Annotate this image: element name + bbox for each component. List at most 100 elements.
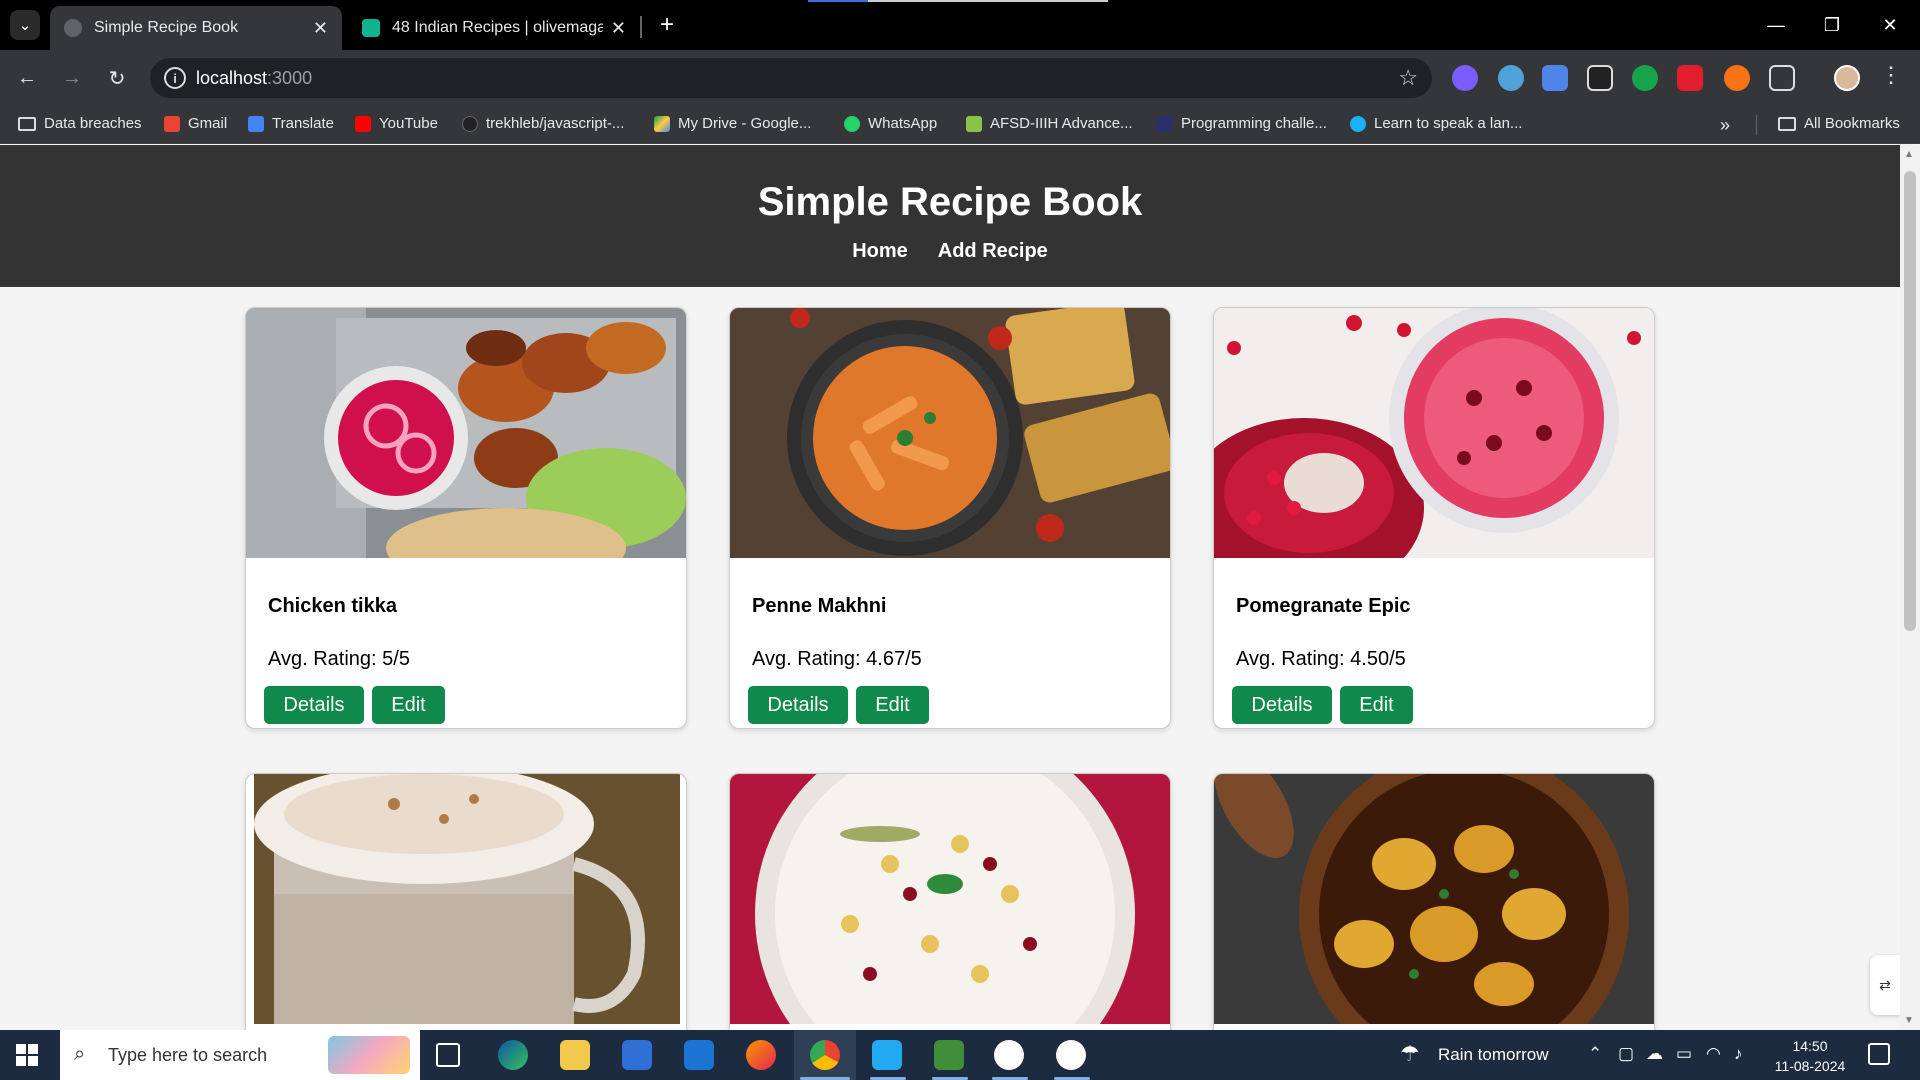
tab-search-button[interactable]: ⌄: [10, 10, 40, 40]
nav-add-recipe-link[interactable]: Add Recipe: [938, 240, 1048, 263]
extension-droplet-icon[interactable]: [1452, 65, 1478, 91]
dahi-chaat-photo: [730, 774, 1170, 1024]
whatsapp-icon: [844, 115, 860, 132]
recipe-image-5[interactable]: [730, 774, 1170, 1024]
bookmark-duolingo[interactable]: Learn to speak a lan...: [1350, 115, 1522, 132]
bookmark-star-icon[interactable]: ☆: [1398, 65, 1418, 91]
edge-icon[interactable]: [498, 1040, 528, 1070]
bookmark-data-breaches[interactable]: Data breaches: [18, 115, 142, 132]
bookmark-programming-challenges[interactable]: Programming challe...: [1157, 115, 1327, 132]
bookmark-translate[interactable]: Translate: [248, 115, 334, 132]
close-window-button[interactable]: ✕: [1870, 10, 1910, 40]
bookmark-gmail[interactable]: Gmail: [164, 115, 227, 132]
bookmark-youtube[interactable]: YouTube: [355, 115, 438, 132]
details-button[interactable]: Details: [1232, 686, 1332, 724]
extension-clock-icon[interactable]: [1498, 65, 1524, 91]
back-button[interactable]: ←: [12, 63, 42, 93]
folder-icon: [1778, 116, 1796, 131]
panda-app-icon-2[interactable]: [1056, 1040, 1086, 1070]
edit-button[interactable]: Edit: [372, 686, 445, 724]
extension-green-icon[interactable]: [1632, 65, 1658, 91]
recipe-image-pomegranate-epic[interactable]: [1214, 308, 1654, 558]
device-icon[interactable]: ▢: [1618, 1044, 1634, 1064]
scroll-down-arrow[interactable]: ▼: [1904, 1015, 1914, 1026]
scroll-thumb[interactable]: [1904, 171, 1916, 631]
scroll-up-arrow[interactable]: ▲: [1904, 149, 1914, 160]
address-bar[interactable]: i localhost:3000 ☆: [150, 58, 1432, 98]
profile-avatar[interactable]: [1834, 65, 1860, 91]
site-nav: Home Add Recipe: [0, 240, 1900, 263]
forward-button[interactable]: →: [57, 63, 87, 93]
tab-simple-recipe-book[interactable]: Simple Recipe Book ✕: [50, 6, 342, 50]
recipe-card-5: [729, 773, 1171, 1030]
weather-text[interactable]: Rain tomorrow: [1438, 1045, 1549, 1065]
recipe-image-penne-makhni[interactable]: [730, 308, 1170, 558]
chrome-icon[interactable]: [810, 1040, 840, 1070]
gmail-icon: [164, 115, 180, 132]
taskbar-search[interactable]: ⌕ Type here to search: [60, 1030, 420, 1080]
close-icon[interactable]: ✕: [611, 18, 626, 39]
bookmark-github[interactable]: trekhleb/javascript-...: [462, 115, 624, 132]
weather-rain-icon[interactable]: ☂: [1400, 1041, 1420, 1067]
recipe-image-4[interactable]: [246, 774, 686, 1024]
bookmark-google-drive[interactable]: My Drive - Google...: [654, 115, 811, 132]
folder-icon: [18, 116, 36, 131]
edit-button[interactable]: Edit: [856, 686, 929, 724]
recipe-image-6[interactable]: [1214, 774, 1654, 1024]
details-button[interactable]: Details: [264, 686, 364, 724]
page-scrollbar[interactable]: ▲ ▼: [1900, 145, 1920, 1030]
battery-icon[interactable]: ▭: [1676, 1044, 1692, 1064]
challenge-icon: [1157, 115, 1173, 132]
bookmark-whatsapp[interactable]: WhatsApp: [844, 115, 937, 132]
url-text[interactable]: localhost:3000: [196, 68, 312, 89]
recipe-name: Chicken tikka: [268, 595, 397, 617]
site-info-icon[interactable]: i: [164, 67, 186, 89]
volume-icon[interactable]: ♪: [1734, 1044, 1743, 1064]
recipe-image-chicken-tikka[interactable]: [246, 308, 686, 558]
coffee-photo: [254, 774, 680, 1024]
extension-chat-icon[interactable]: [1587, 65, 1613, 91]
sheet-app-icon[interactable]: [934, 1040, 964, 1070]
tab-olive-magazine[interactable]: 48 Indian Recipes | olivemagazi ✕: [348, 6, 640, 50]
notification-center-icon[interactable]: [1868, 1043, 1890, 1065]
all-bookmarks-button[interactable]: All Bookmarks: [1778, 115, 1900, 132]
extensions-puzzle-icon[interactable]: [1769, 65, 1795, 91]
nav-home-link[interactable]: Home: [852, 240, 908, 263]
search-placeholder: Type here to search: [108, 1045, 268, 1065]
file-explorer-icon[interactable]: [560, 1040, 590, 1070]
windows-start-button[interactable]: [16, 1044, 38, 1066]
taskbar-clock[interactable]: 14:50 11-08-2024: [1760, 1036, 1860, 1076]
bookmarks-overflow-button[interactable]: »: [1720, 115, 1730, 136]
task-view-icon[interactable]: [436, 1043, 460, 1067]
reload-button[interactable]: ↻: [102, 63, 132, 93]
clock-time: 14:50: [1792, 1038, 1828, 1054]
bookmark-afsd[interactable]: AFSD-IIIH Advance...: [966, 115, 1133, 132]
mail-icon[interactable]: [684, 1040, 714, 1070]
menu-kebab-icon[interactable]: ⋮: [1880, 62, 1902, 88]
minimize-button[interactable]: —: [1756, 10, 1796, 40]
site-title: Simple Recipe Book: [757, 180, 1143, 224]
extension-docs-icon[interactable]: [1542, 65, 1568, 91]
github-icon: [462, 115, 478, 132]
extension-record-icon[interactable]: [1724, 65, 1750, 91]
vscode-icon[interactable]: [872, 1040, 902, 1070]
edit-button[interactable]: Edit: [1340, 686, 1413, 724]
close-icon[interactable]: ✕: [313, 18, 328, 39]
browser-toolbar: ← → ↻ i localhost:3000 ☆ ⋮: [0, 50, 1920, 106]
panda-app-icon[interactable]: [994, 1040, 1024, 1070]
onedrive-icon[interactable]: ☁: [1646, 1044, 1663, 1064]
tab-title: Simple Recipe Book: [94, 19, 239, 36]
restore-button[interactable]: ❐: [1812, 10, 1852, 40]
browser-tab-bar: ⌄ Simple Recipe Book ✕ 48 Indian Recipes…: [0, 0, 1920, 50]
side-panel-tab[interactable]: ⇄: [1870, 955, 1900, 1015]
new-tab-button[interactable]: +: [652, 10, 682, 40]
recipe-name: Penne Makhni: [752, 595, 887, 617]
extension-red-icon[interactable]: [1677, 65, 1703, 91]
microsoft-store-icon[interactable]: [622, 1040, 652, 1070]
bookmarks-bar: Data breaches Gmail Translate YouTube tr…: [0, 106, 1920, 144]
details-button[interactable]: Details: [748, 686, 848, 724]
firefox-icon[interactable]: [746, 1040, 776, 1070]
drive-icon: [654, 115, 670, 132]
chevron-up-icon[interactable]: ⌃: [1588, 1044, 1602, 1064]
wifi-icon[interactable]: ◠: [1706, 1044, 1721, 1064]
